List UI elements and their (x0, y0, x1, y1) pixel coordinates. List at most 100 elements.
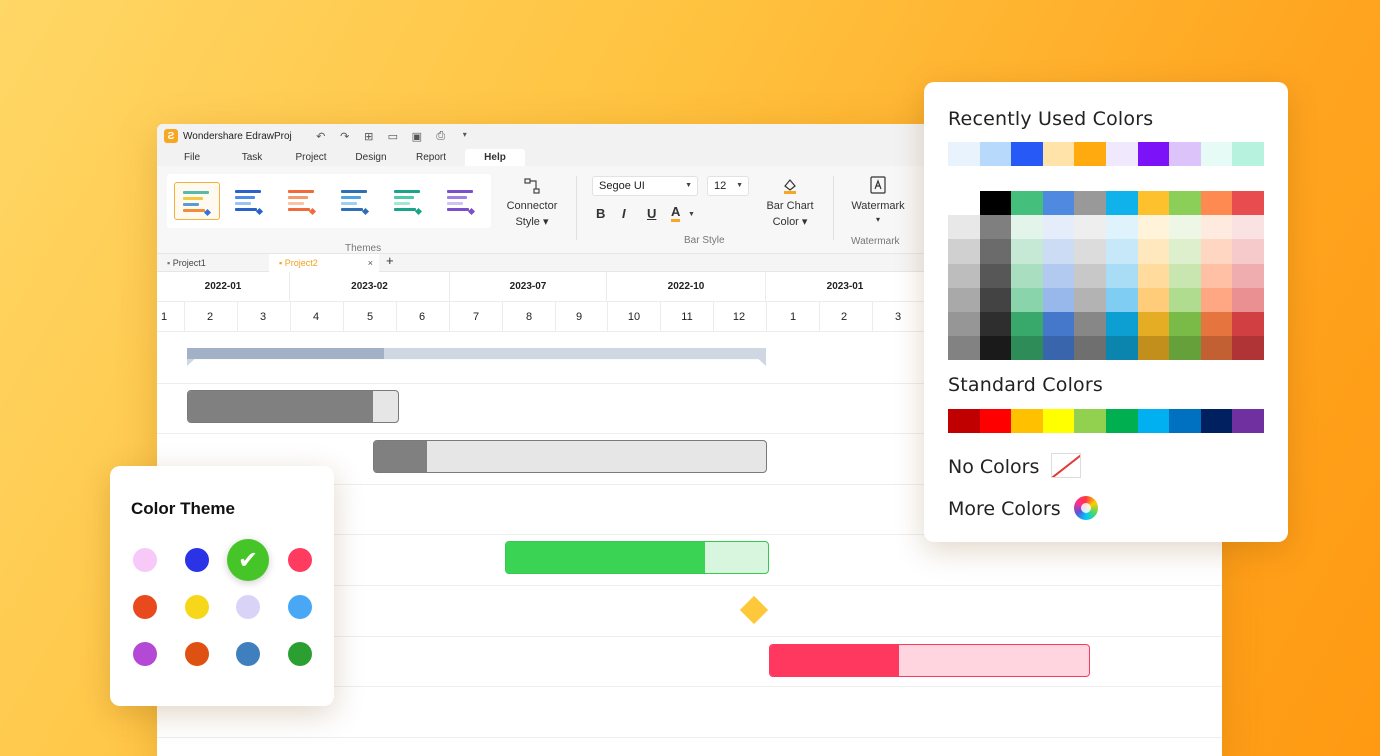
theme-color-swatch[interactable] (1074, 336, 1106, 361)
theme-color-swatch[interactable] (1105, 263, 1138, 288)
theme-color-swatch[interactable] (1011, 263, 1043, 288)
add-tab-icon[interactable]: + (386, 253, 394, 268)
theme-color-swatch[interactable] (1074, 215, 1106, 240)
theme-option-5[interactable] (386, 182, 432, 220)
task-bar[interactable] (505, 541, 769, 574)
theme-color-swatch[interactable] (948, 336, 980, 361)
theme-color-swatch[interactable] (1169, 336, 1201, 361)
theme-color-swatch[interactable] (1105, 287, 1138, 312)
recent-color-swatch[interactable] (1200, 142, 1233, 166)
standard-color-swatch[interactable] (1042, 409, 1075, 433)
theme-color-swatch[interactable] (979, 287, 1012, 312)
tab-project2[interactable]: ▪ Project2 × (269, 254, 379, 272)
open-folder-icon[interactable]: ▭ (386, 130, 400, 143)
menu-task[interactable]: Task (227, 152, 277, 166)
recent-color-swatch[interactable] (1042, 142, 1075, 166)
theme-color-swatch[interactable] (948, 287, 980, 312)
standard-color-swatch[interactable] (1200, 409, 1233, 433)
color-theme-option[interactable] (288, 642, 312, 666)
theme-color-swatch[interactable] (1232, 287, 1264, 312)
recent-color-swatch[interactable] (1169, 142, 1201, 166)
theme-color-swatch[interactable] (979, 311, 1012, 337)
theme-color-swatch[interactable] (1169, 263, 1201, 288)
theme-color-swatch[interactable] (1232, 215, 1264, 240)
theme-option-2[interactable] (227, 182, 273, 220)
color-theme-option[interactable] (288, 595, 312, 619)
task-bar[interactable] (187, 390, 399, 423)
color-theme-option[interactable] (236, 642, 260, 666)
theme-color-swatch[interactable] (1042, 191, 1075, 216)
task-bar[interactable] (373, 440, 767, 473)
undo-icon[interactable]: ↶ (314, 130, 328, 143)
color-theme-option[interactable] (133, 595, 157, 619)
theme-color-swatch[interactable] (1169, 239, 1201, 264)
theme-color-swatch[interactable] (1042, 287, 1075, 312)
theme-color-swatch[interactable] (1137, 336, 1170, 361)
theme-color-swatch[interactable] (1137, 215, 1170, 240)
theme-color-swatch[interactable] (979, 263, 1012, 288)
watermark-button[interactable]: Watermark ▾ (843, 174, 913, 230)
theme-color-swatch[interactable] (1169, 191, 1201, 216)
menu-design[interactable]: Design (345, 152, 397, 166)
theme-color-swatch[interactable] (1074, 239, 1106, 264)
theme-color-swatch[interactable] (1232, 191, 1264, 216)
color-theme-option[interactable] (288, 548, 312, 572)
theme-color-swatch[interactable] (1074, 263, 1106, 288)
theme-color-swatch[interactable] (1011, 311, 1043, 337)
theme-color-swatch[interactable] (1011, 287, 1043, 312)
theme-color-swatch[interactable] (1232, 336, 1264, 361)
customize-chevron-icon[interactable]: ▾ (458, 130, 472, 143)
tab-project1[interactable]: ▪ Project1 (157, 254, 269, 272)
theme-color-swatch[interactable] (948, 311, 980, 337)
theme-color-swatch[interactable] (948, 215, 980, 240)
theme-color-swatch[interactable] (1042, 336, 1075, 361)
theme-color-swatch[interactable] (979, 215, 1012, 240)
recent-color-swatch[interactable] (1011, 142, 1043, 166)
task-bar[interactable] (769, 644, 1090, 677)
theme-color-swatch[interactable] (979, 239, 1012, 264)
standard-color-swatch[interactable] (979, 409, 1012, 433)
theme-color-swatch[interactable] (1074, 287, 1106, 312)
theme-option-6[interactable] (439, 182, 485, 220)
theme-color-swatch[interactable] (1011, 336, 1043, 361)
menu-report[interactable]: Report (397, 152, 465, 166)
color-theme-option[interactable] (236, 595, 260, 619)
more-colors-option[interactable]: More Colors (948, 498, 1061, 520)
color-theme-option[interactable] (185, 548, 209, 572)
recent-color-swatch[interactable] (979, 142, 1012, 166)
theme-color-swatch[interactable] (1200, 215, 1233, 240)
theme-color-swatch[interactable] (979, 191, 1012, 216)
theme-color-swatch[interactable] (1232, 311, 1264, 337)
standard-color-swatch[interactable] (1232, 409, 1264, 433)
no-color-icon[interactable] (1051, 453, 1081, 478)
theme-color-swatch[interactable] (1200, 311, 1233, 337)
theme-color-swatch[interactable] (1074, 311, 1106, 337)
font-color-button[interactable]: A (671, 205, 681, 222)
theme-color-swatch[interactable] (1105, 336, 1138, 361)
theme-color-swatch[interactable] (1200, 336, 1233, 361)
standard-color-swatch[interactable] (1137, 409, 1170, 433)
theme-color-swatch[interactable] (1105, 311, 1138, 337)
color-wheel-icon[interactable] (1074, 496, 1098, 520)
underline-button[interactable]: U (647, 206, 656, 221)
theme-option-3[interactable] (280, 182, 326, 220)
theme-color-swatch[interactable] (1232, 239, 1264, 264)
theme-color-swatch[interactable] (1137, 239, 1170, 264)
close-icon[interactable]: × (368, 254, 373, 272)
theme-color-swatch[interactable] (1011, 215, 1043, 240)
theme-color-swatch[interactable] (1200, 239, 1233, 264)
theme-color-swatch[interactable] (948, 191, 980, 216)
theme-color-swatch[interactable] (1169, 215, 1201, 240)
color-theme-option[interactable] (133, 548, 157, 572)
theme-color-swatch[interactable] (1169, 311, 1201, 337)
theme-color-swatch[interactable] (1200, 287, 1233, 312)
redo-icon[interactable]: ↷ (338, 130, 352, 143)
bold-button[interactable]: B (596, 206, 605, 221)
color-theme-option[interactable] (133, 642, 157, 666)
theme-color-swatch[interactable] (1042, 239, 1075, 264)
theme-color-swatch[interactable] (948, 263, 980, 288)
print-icon[interactable]: ⎙ (434, 130, 448, 143)
theme-option-4[interactable] (333, 182, 379, 220)
theme-color-swatch[interactable] (1105, 239, 1138, 264)
font-size-select[interactable]: 12 ▼ (707, 176, 749, 196)
